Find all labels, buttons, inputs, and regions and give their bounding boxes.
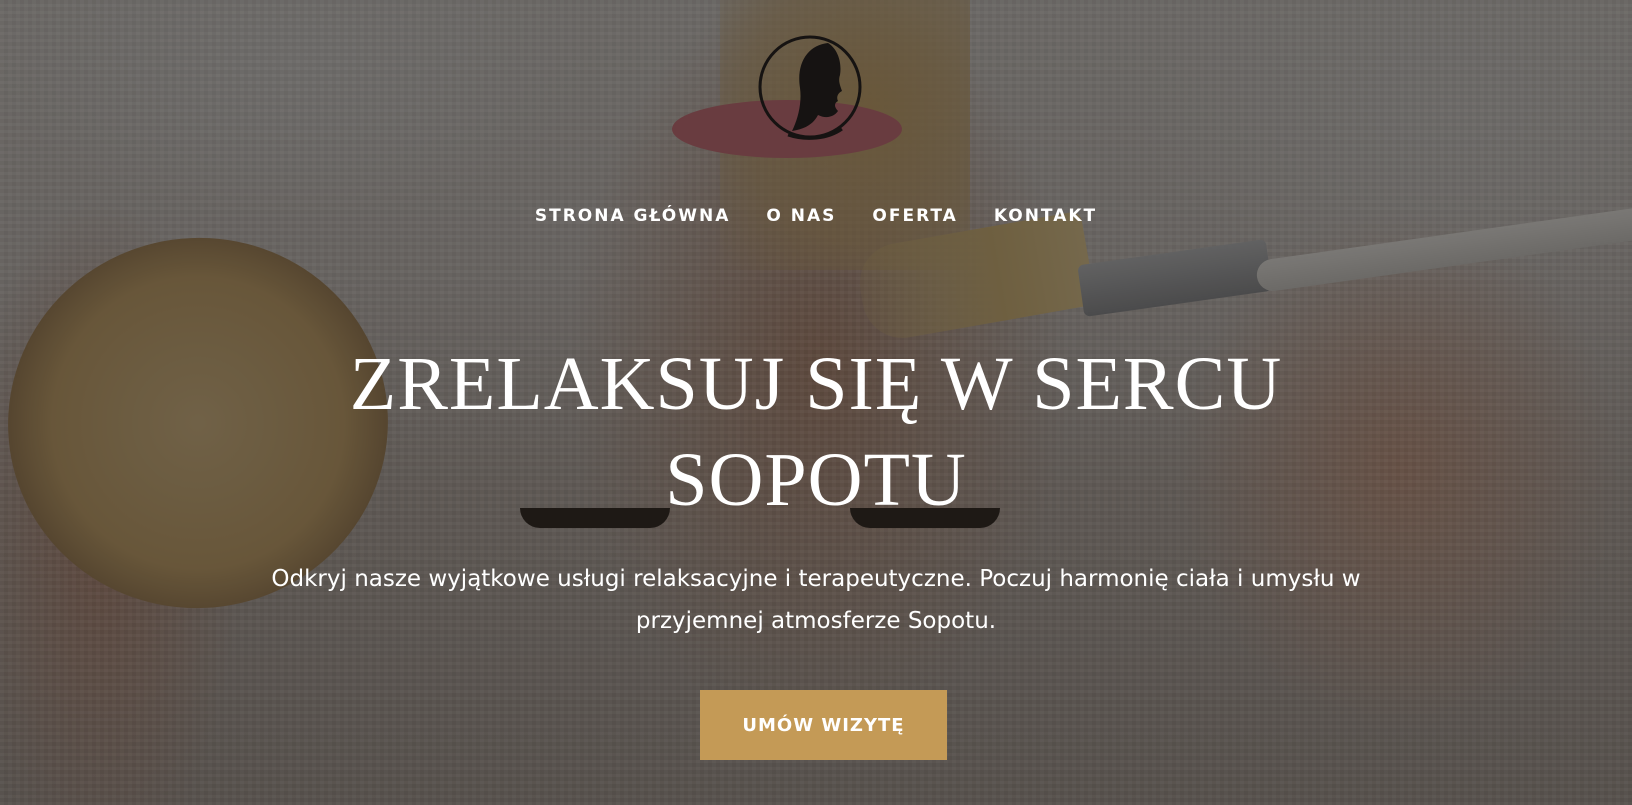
nav-item-offer[interactable]: OFERTA (854, 206, 975, 226)
hero-headline-line-2: SOPOTU (665, 438, 967, 522)
hero-subtitle-line-1: Odkryj nasze wyjątkowe usługi relaksacyj… (271, 566, 1361, 592)
hero-section: STRONA GŁÓWNA O NAS OFERTA KONTAKT ZRELA… (0, 0, 1632, 805)
woman-silhouette-icon[interactable] (758, 33, 866, 141)
nav-item-home[interactable]: STRONA GŁÓWNA (517, 206, 749, 226)
hero-subtitle-line-2: przyjemnej atmosferze Sopotu. (635, 608, 997, 634)
nav-item-about[interactable]: O NAS (748, 206, 854, 226)
main-navigation: STRONA GŁÓWNA O NAS OFERTA KONTAKT (0, 206, 1632, 226)
hero-headline: ZRELAKSUJ SIĘ W SERCU SOPOTU (0, 336, 1632, 528)
nav-item-contact[interactable]: KONTAKT (976, 206, 1115, 226)
hero-headline-line-1: ZRELAKSUJ SIĘ W SERCU (349, 342, 1283, 426)
book-appointment-button[interactable]: UMÓW WIZYTĘ (700, 690, 947, 760)
hero-subtitle: Odkryj nasze wyjątkowe usługi relaksacyj… (200, 558, 1432, 642)
